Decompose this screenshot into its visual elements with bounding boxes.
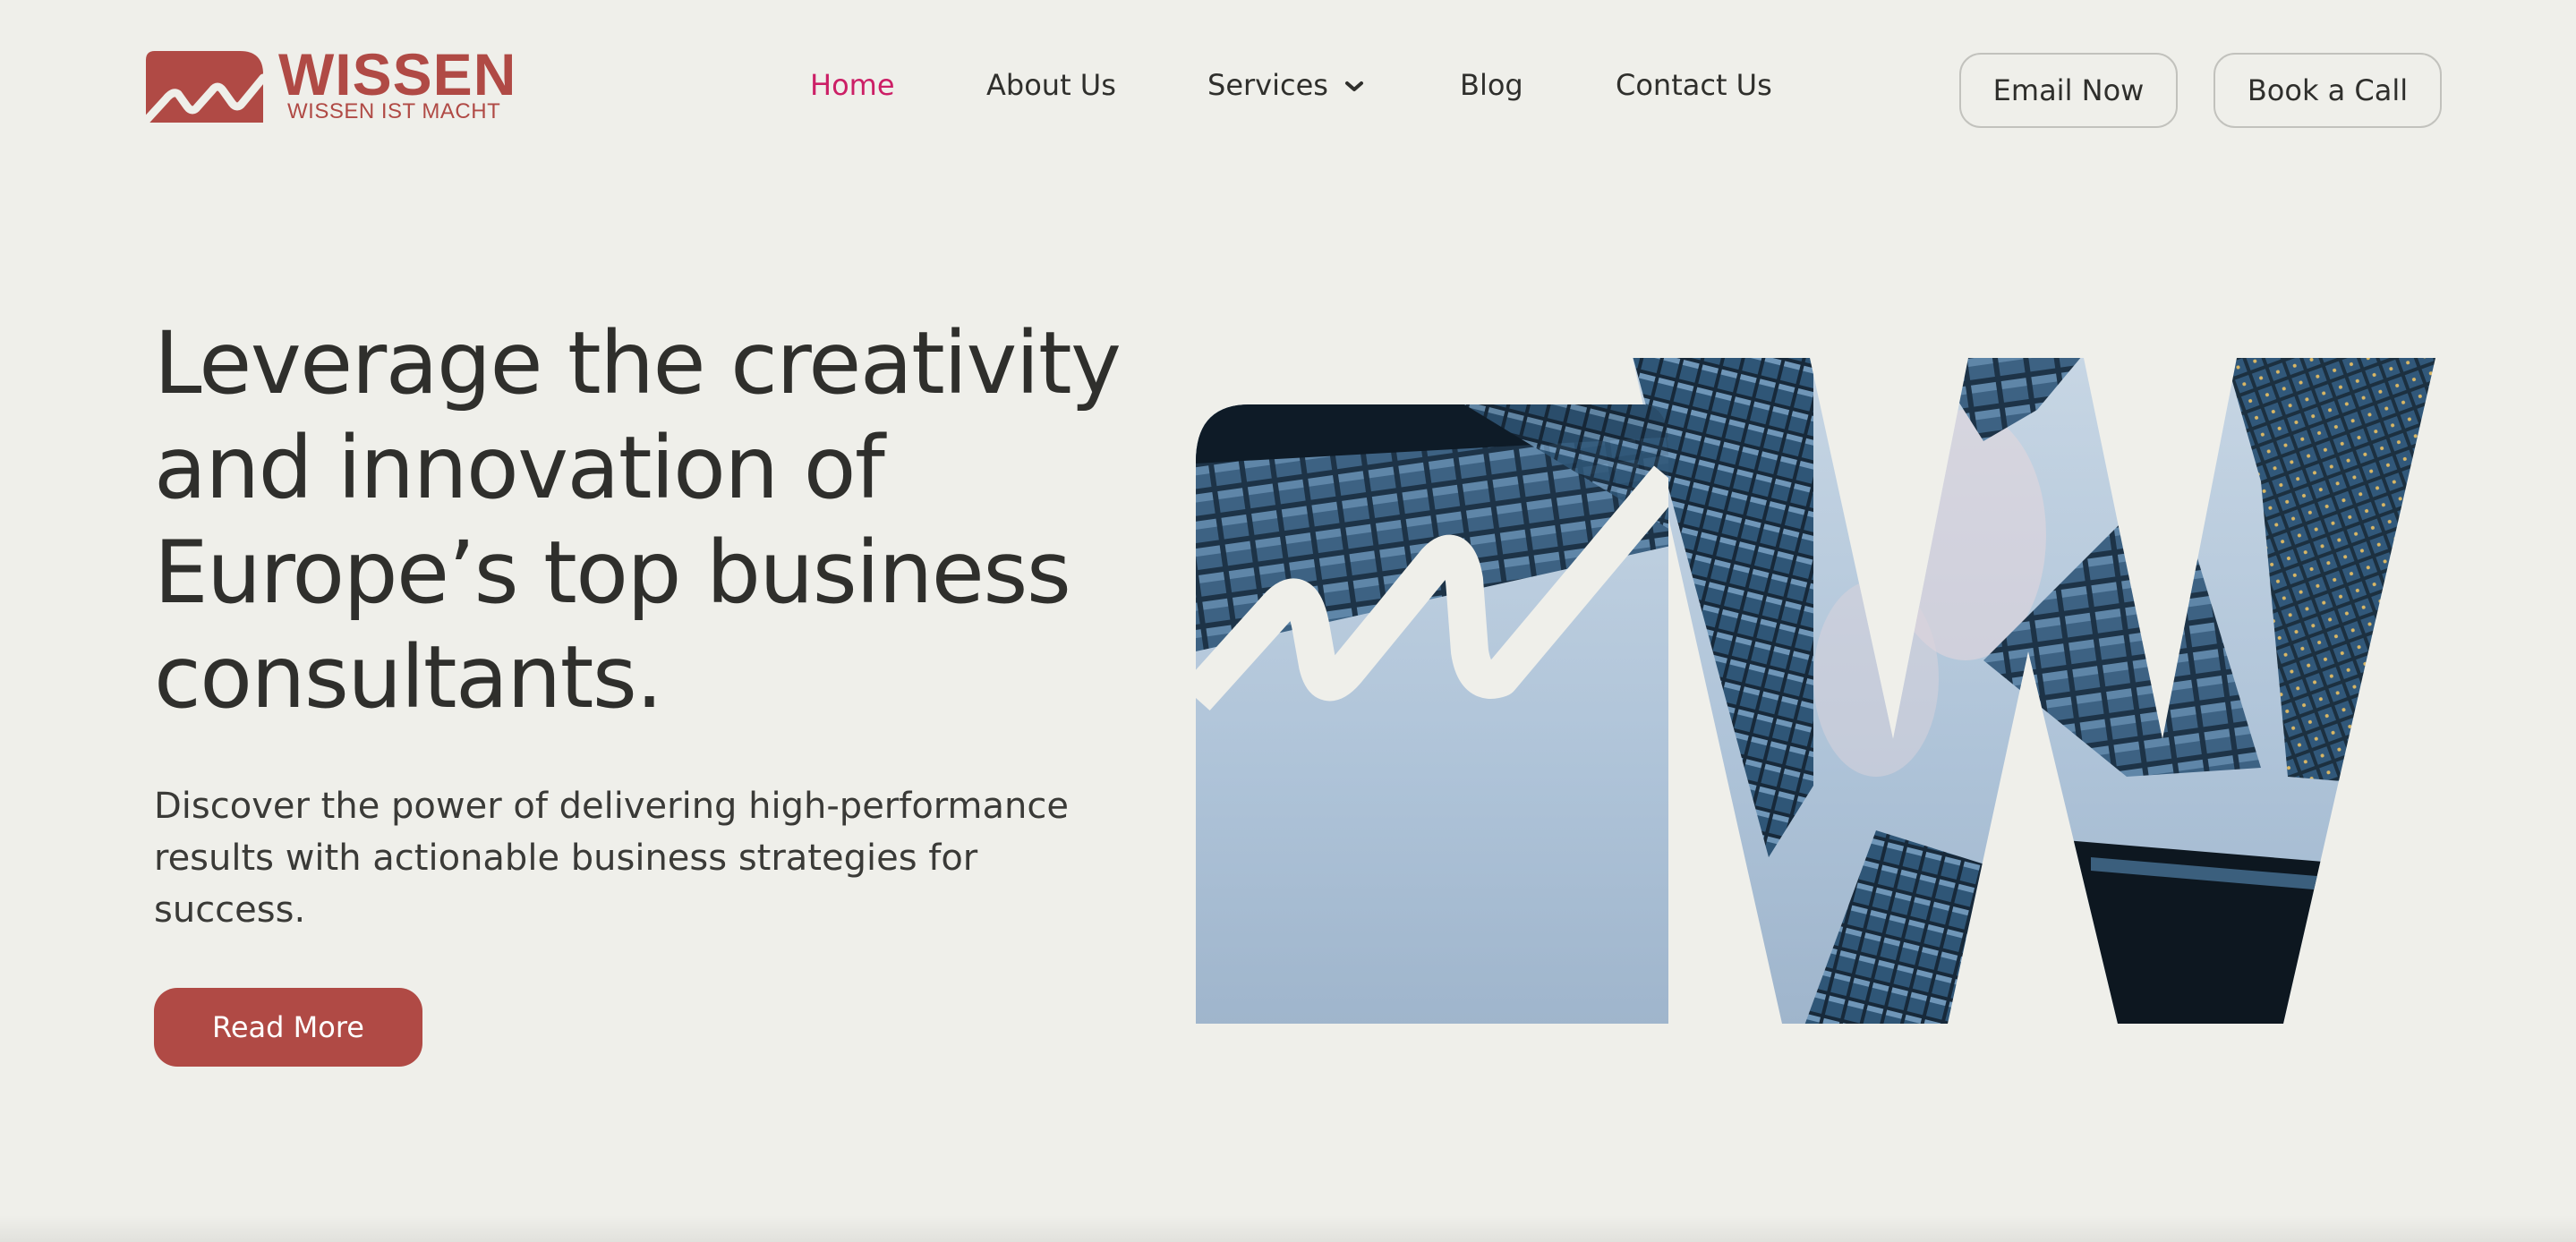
- wave-logo-icon: [146, 51, 263, 123]
- hero-heading: Leverage the creativity and innovation o…: [154, 313, 1122, 727]
- hero-subtitle: Discover the power of delivering high-pe…: [154, 786, 1069, 931]
- nav-home[interactable]: Home: [810, 66, 895, 104]
- nav-about-us[interactable]: About Us: [986, 66, 1116, 104]
- book-a-call-button[interactable]: Book a Call: [2213, 53, 2442, 128]
- brand-name: WISSEN: [278, 41, 517, 107]
- read-more-button[interactable]: Read More: [154, 988, 422, 1067]
- nav-blog[interactable]: Blog: [1460, 66, 1523, 104]
- email-now-button[interactable]: Email Now: [1959, 53, 2178, 128]
- brand-tagline: WISSEN IST MACHT: [287, 99, 501, 123]
- brand-logo[interactable]: WISSEN WISSEN IST MACHT: [146, 45, 516, 125]
- chevron-down-icon[interactable]: [1343, 79, 1366, 95]
- nav-services[interactable]: Services: [1207, 66, 1328, 104]
- nav-contact-us[interactable]: Contact Us: [1616, 66, 1772, 104]
- hero-skyscraper-logo-image: [1196, 358, 2435, 1024]
- section-divider: [0, 1215, 2576, 1242]
